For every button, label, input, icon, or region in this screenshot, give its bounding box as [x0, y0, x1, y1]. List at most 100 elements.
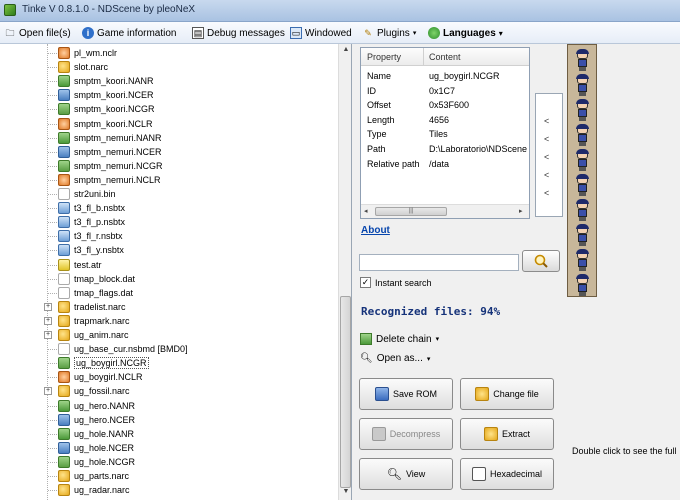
hexadecimal-button[interactable]: Hexadecimal [460, 458, 554, 490]
ncgr-file-icon [58, 159, 70, 172]
change-file-label: Change file [493, 389, 539, 399]
delete-chain-label: Delete chain [376, 333, 432, 345]
tree-item[interactable]: ug_hole.NCGR [0, 455, 330, 469]
delete-chain-menu[interactable]: Delete chain ▾ [360, 333, 439, 345]
properties-hscrollbar[interactable]: ◂ ||| ▸ [361, 204, 529, 218]
tree-scrollbar[interactable]: ▲ ▼ [338, 44, 351, 500]
change-file-icon [475, 387, 490, 401]
tree-item[interactable]: tmap_flags.dat [0, 286, 330, 300]
languages-label: Languages [443, 27, 496, 39]
narc-file-icon [58, 484, 70, 497]
tree-item[interactable]: smptm_nemuri.NCER [0, 145, 330, 159]
game-information-button[interactable]: i Game information [82, 25, 176, 41]
tree-item[interactable]: tmap_block.dat [0, 272, 330, 286]
debug-messages-button[interactable]: ▤ Debug messages [192, 25, 285, 41]
hscroll-thumb[interactable]: ||| [375, 207, 447, 216]
tree-item[interactable]: t3_fl_p.nsbtx [0, 215, 330, 229]
search-input[interactable] [359, 254, 519, 271]
tree-item[interactable]: t3_fl_b.nsbtx [0, 201, 330, 215]
tree-item[interactable]: test.atr [0, 258, 330, 272]
chevron-down-icon: ▾ [426, 355, 431, 363]
scroll-thumb[interactable] [340, 296, 351, 488]
view-button[interactable]: 🔍︎ View [359, 458, 453, 490]
tree-item-label: ug_base_cur.nsbmd [BMD0] [74, 344, 188, 355]
hexadecimal-label: Hexadecimal [489, 469, 543, 479]
decompress-icon [371, 427, 386, 441]
tree-item-label: ug_boygirl.NCGR [74, 357, 149, 370]
tree-item[interactable]: ug_base_cur.nsbmd [BMD0] [0, 342, 330, 356]
property-column-header[interactable]: Property [367, 52, 401, 62]
tree-item[interactable]: ug_parts.narc [0, 469, 330, 483]
tree-item[interactable]: + ug_anim.narc [0, 328, 330, 342]
tree-item[interactable]: ug_hero.NCER [0, 413, 330, 427]
languages-menu[interactable]: Languages ▾ [428, 25, 503, 41]
property-value: /data [429, 158, 450, 169]
instant-search-checkbox[interactable]: ✓ [360, 277, 371, 288]
tree-item-label: slot.narc [74, 62, 109, 73]
narc-file-icon [58, 329, 70, 341]
tree-item[interactable]: ug_boygirl.NCLR [0, 370, 330, 384]
save-rom-button[interactable]: Save ROM [359, 378, 453, 410]
tree-item-label: ug_hero.NANR [74, 400, 136, 411]
tree-item[interactable]: ug_hole.NANR [0, 427, 330, 441]
tree-item[interactable]: ug_hero.NANR [0, 399, 330, 413]
tree-item[interactable]: pl_wm.nclr [0, 46, 330, 60]
windowed-button[interactable]: ▭ Windowed [290, 25, 352, 41]
tree-item[interactable]: smptm_koori.NCER [0, 88, 330, 102]
tree-item[interactable]: smptm_nemuri.NANR [0, 131, 330, 145]
arrow-left-button[interactable]: < [544, 188, 549, 198]
decompress-button[interactable]: Decompress [359, 418, 453, 450]
property-value: D:\Laboratorio\NDScene [429, 144, 528, 154]
tree-item[interactable]: t3_fl_r.nsbtx [0, 229, 330, 243]
arrow-panel: < < < < < [535, 93, 563, 217]
expand-icon[interactable]: + [44, 316, 52, 325]
scroll-right-icon[interactable]: ▸ [519, 207, 523, 215]
tree-item[interactable]: smptm_koori.NCGR [0, 102, 330, 116]
arrow-left-button[interactable]: < [544, 134, 549, 144]
scroll-left-icon[interactable]: ◂ [364, 207, 368, 215]
arrow-left-button[interactable]: < [544, 116, 549, 126]
tree-item-label: t3_fl_y.nsbtx [74, 245, 124, 256]
tree-item[interactable]: slot.narc [0, 60, 330, 74]
open-as-menu[interactable]: 🔍︎ Open as... ▾ [360, 353, 430, 364]
expand-icon[interactable]: + [44, 387, 52, 396]
open-files-label: Open file(s) [19, 27, 71, 39]
tree-item[interactable]: + trapmark.narc [0, 314, 330, 328]
nsbtx-file-icon [58, 244, 70, 257]
nsbtx-file-icon [58, 202, 70, 215]
about-link[interactable]: About [361, 225, 390, 236]
arrow-left-button[interactable]: < [544, 152, 549, 162]
tree-item[interactable]: smptm_nemuri.NCGR [0, 159, 330, 173]
extract-button[interactable]: Extract [460, 418, 554, 450]
tree-item[interactable]: str2uni.bin [0, 187, 330, 201]
properties-header: Property Content [361, 48, 529, 66]
open-files-button[interactable]: 🗀 Open file(s) [4, 25, 71, 41]
extract-label: Extract [501, 429, 530, 439]
tree-item[interactable]: ug_radar.narc [0, 483, 330, 497]
tree-item[interactable]: smptm_nemuri.NCLR [0, 173, 330, 187]
plugins-menu[interactable]: ✎ Plugins ▾ [362, 25, 416, 41]
expand-icon[interactable]: + [44, 302, 52, 311]
magnifier-icon: 🔍︎ [360, 353, 373, 364]
tree-item[interactable]: smptm_koori.NANR [0, 74, 330, 88]
window-icon: ▭ [290, 27, 302, 39]
scroll-up-icon[interactable]: ▲ [341, 46, 351, 56]
tree-item[interactable]: + tradelist.narc [0, 300, 330, 314]
search-button[interactable] [522, 250, 560, 272]
tree-item[interactable]: smptm_koori.NCLR [0, 117, 330, 131]
change-file-button[interactable]: Change file [460, 378, 554, 410]
property-value: 0x53F600 [429, 100, 470, 111]
property-row: Path D:\Laboratorio\NDScene [361, 144, 529, 158]
nanr-file-icon [58, 427, 70, 440]
content-column-header[interactable]: Content [429, 52, 461, 62]
file-tree[interactable]: ▲ ▼ pl_wm.nclr slot.narc smptm_koori.NANR s… [0, 44, 352, 500]
arrow-left-button[interactable]: < [544, 170, 549, 180]
expand-icon[interactable]: + [44, 331, 52, 339]
tree-item[interactable]: ug_hole.NCER [0, 441, 330, 455]
instant-search-option[interactable]: ✓ Instant search [360, 277, 432, 288]
tree-item[interactable]: + ug_fossil.narc [0, 384, 330, 398]
scroll-down-icon[interactable]: ▼ [341, 488, 351, 498]
property-value: 0x1C7 [429, 85, 456, 96]
tree-item[interactable]: ug_boygirl.NCGR [0, 356, 330, 370]
tree-item[interactable]: t3_fl_y.nsbtx [0, 243, 330, 257]
